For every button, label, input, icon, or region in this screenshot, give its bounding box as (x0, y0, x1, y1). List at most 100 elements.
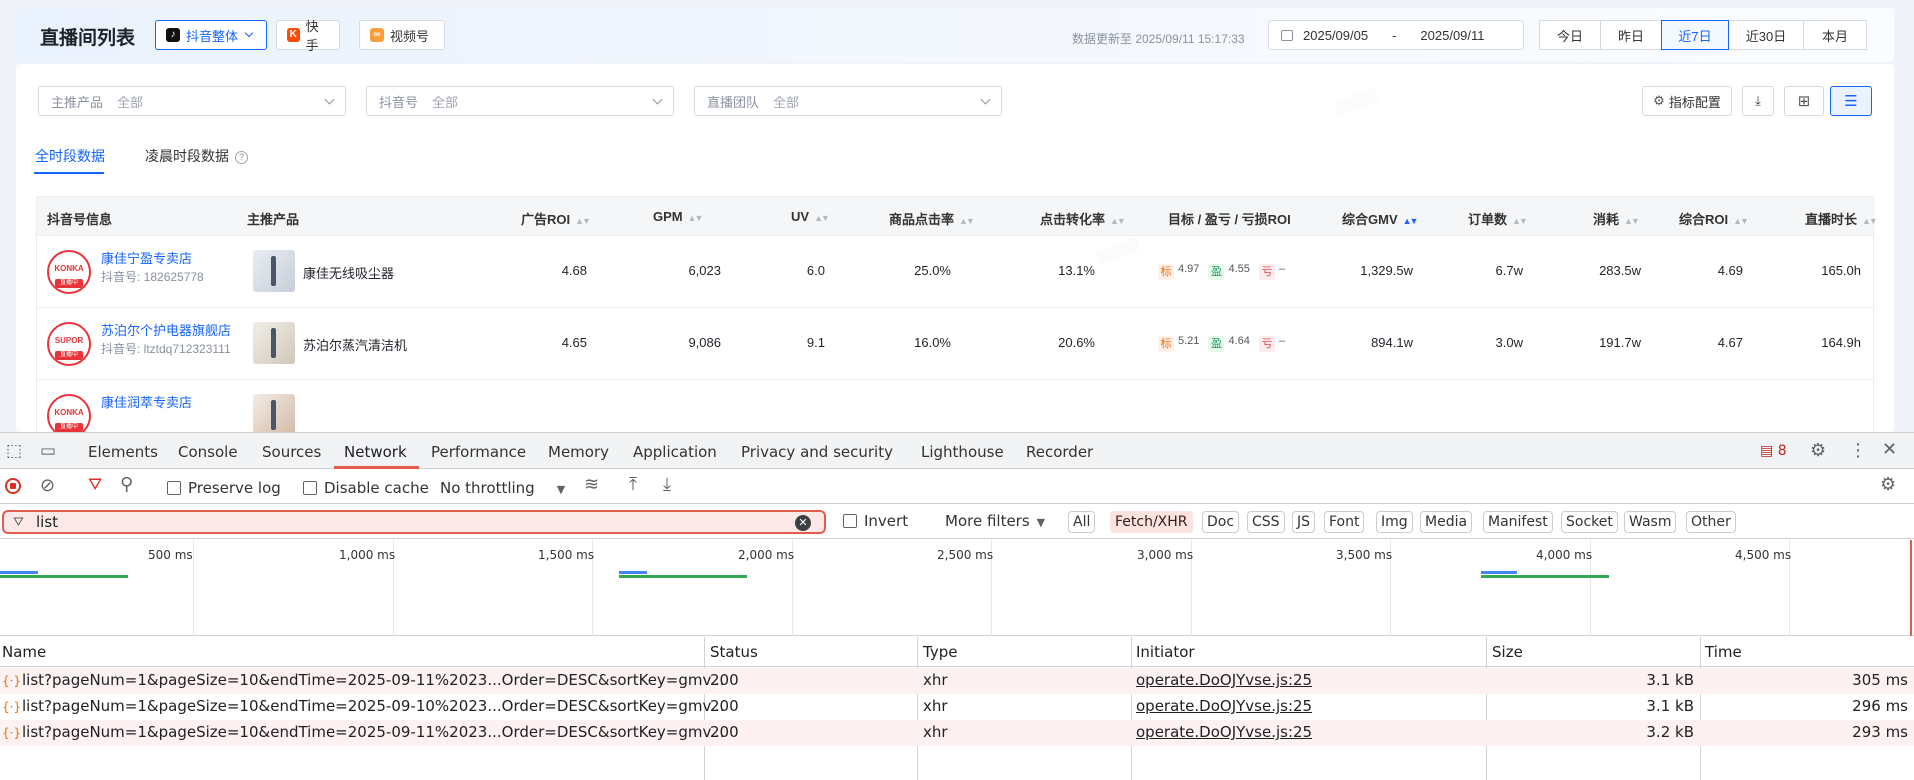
net-col-type[interactable]: Type (923, 643, 957, 661)
col-account: 抖音号信息 (47, 212, 113, 227)
col-ad-roi[interactable]: 广告ROI ▲▼ (521, 209, 591, 228)
platform-douyin-button[interactable]: ♪ 抖音整体 (155, 20, 267, 50)
devtools-tab-application[interactable]: Application (633, 443, 717, 461)
net-col-time[interactable]: Time (1705, 643, 1742, 661)
devtools-tab-privacy[interactable]: Privacy and security (741, 443, 893, 461)
net-col-initiator[interactable]: Initiator (1136, 643, 1195, 661)
col-roi[interactable]: 综合ROI ▲▼ (1679, 209, 1749, 228)
export-har-icon[interactable]: ⤓ (663, 474, 671, 495)
col-ctr[interactable]: 商品点击率 ▲▼ (889, 209, 975, 228)
download-button[interactable]: ⤓ (1742, 86, 1774, 116)
type-filter-doc[interactable]: Doc (1202, 511, 1240, 533)
preserve-log-checkbox[interactable]: Preserve log (167, 479, 281, 497)
metric-config-button[interactable]: ⚙ 指标配置 (1642, 86, 1732, 116)
account-name[interactable]: 苏泊尔个护电器旗舰店 (101, 320, 231, 339)
type-filter-img[interactable]: Img (1376, 511, 1413, 533)
devtools-tab-sources[interactable]: Sources (262, 443, 321, 461)
sort-icon: ▲▼ (1862, 216, 1878, 226)
clear-filter-icon[interactable]: ✕ (795, 515, 811, 531)
type-filter-media[interactable]: Media (1420, 511, 1473, 533)
filter-input[interactable]: ⛛ list ✕ (2, 510, 826, 534)
throttling-select[interactable]: No throttling ▼ (440, 479, 565, 497)
loss-badge: 亏 (1258, 264, 1275, 280)
type-filter-socket[interactable]: Socket (1561, 511, 1618, 533)
range-today-button[interactable]: 今日 (1539, 20, 1601, 50)
timeline-tick: 1,000 ms (339, 548, 396, 562)
type-filter-fetch-xhr[interactable]: Fetch/XHR (1110, 511, 1193, 533)
request-initiator-link[interactable]: operate.DoOJYvse.js:25 (1136, 697, 1312, 715)
more-filters-dropdown[interactable]: More filters ▼ (945, 512, 1045, 530)
timeline-tick: 2,500 ms (937, 548, 994, 562)
issues-button[interactable]: ▤ 8 (1760, 443, 1787, 459)
account-name[interactable]: 康佳润萃专卖店 (101, 392, 192, 411)
request-initiator-link[interactable]: operate.DoOJYvse.js:25 (1136, 671, 1312, 689)
close-icon[interactable]: ✕ (1882, 439, 1897, 460)
filter-product-select[interactable]: 主推产品 全部 (38, 86, 346, 116)
type-filter-manifest[interactable]: Manifest (1483, 511, 1553, 533)
devtools-tab-performance[interactable]: Performance (431, 443, 526, 461)
devtools-tab-network[interactable]: Network (344, 443, 407, 461)
filter-team-select[interactable]: 直播团队 全部 (694, 86, 1002, 116)
range-30d-button[interactable]: 近30日 (1728, 20, 1804, 50)
col-gmv[interactable]: 综合GMV ▲▼ (1342, 209, 1418, 228)
list-view-button[interactable]: ☰ (1830, 86, 1872, 116)
platform-kuaishou-button[interactable]: K 快手 (276, 19, 340, 53)
disable-cache-checkbox[interactable]: Disable cache (303, 479, 429, 497)
filter-account-select[interactable]: 抖音号 全部 (366, 86, 674, 116)
type-filter-all[interactable]: All (1068, 511, 1096, 533)
import-har-icon[interactable]: ⤒ (629, 474, 637, 495)
platform-channels-button[interactable]: ∞ 视频号 (359, 20, 445, 50)
devtools-tab-console[interactable]: Console (178, 443, 238, 461)
invert-checkbox[interactable]: Invert (843, 512, 908, 530)
table-row[interactable]: KONKA 直播中 康佳润萃专卖店 (36, 380, 1874, 432)
devtools-tab-elements[interactable]: Elements (88, 443, 158, 461)
network-conditions-icon[interactable]: ≋ (584, 474, 599, 495)
account-name[interactable]: 康佳宁盈专卖店 (101, 248, 192, 267)
xhr-icon: {·} (2, 674, 22, 688)
gear-icon[interactable]: ⚙ (1810, 440, 1826, 461)
type-filter-wasm[interactable]: Wasm (1624, 511, 1677, 533)
device-toolbar-icon[interactable]: ▭ (40, 441, 56, 461)
clear-icon[interactable]: ⊘ (40, 475, 55, 496)
range-yesterday-button[interactable]: 昨日 (1600, 20, 1662, 50)
devtools-tab-memory[interactable]: Memory (548, 443, 609, 461)
col-gpm[interactable]: GPM ▲▼ (653, 209, 703, 224)
table-row[interactable]: KONKA 直播中 康佳宁盈专卖店 抖音号: 182625778 康佳无线吸尘器 … (36, 236, 1874, 308)
type-filter-other[interactable]: Other (1686, 511, 1736, 533)
type-filter-css[interactable]: CSS (1247, 511, 1285, 533)
network-request-row[interactable]: {·}list?pageNum=1&pageSize=10&endTime=20… (0, 694, 1914, 720)
tab-all-period[interactable]: 全时段数据 (35, 146, 105, 166)
network-settings-icon[interactable]: ⚙ (1880, 474, 1896, 495)
type-filter-font[interactable]: Font (1324, 511, 1365, 533)
range-month-button[interactable]: 本月 (1803, 20, 1867, 50)
filter-icon[interactable]: ⛛ (88, 475, 102, 495)
type-filter-js[interactable]: JS (1292, 511, 1316, 533)
network-request-row[interactable]: {·}list?pageNum=1&pageSize=10&endTime=20… (0, 720, 1914, 746)
col-spend[interactable]: 消耗 ▲▼ (1593, 209, 1640, 228)
range-selector: 今日 昨日 近7日 近30日 本月 (1539, 20, 1867, 50)
request-size: 3.2 kB (1646, 723, 1694, 741)
help-icon[interactable]: ? (235, 151, 248, 164)
grid-view-button[interactable]: ⊞ (1784, 86, 1824, 116)
col-cvr[interactable]: 点击转化率 ▲▼ (1040, 209, 1126, 228)
col-duration[interactable]: 直播时长 ▲▼ (1805, 209, 1878, 228)
col-uv[interactable]: UV ▲▼ (791, 209, 830, 224)
devtools-tab-recorder[interactable]: Recorder (1026, 443, 1093, 461)
range-7d-button[interactable]: 近7日 (1661, 20, 1729, 50)
devtools-tabbar: ⬚ ▭ Elements Console Sources Network Per… (0, 433, 1914, 469)
request-initiator-link[interactable]: operate.DoOJYvse.js:25 (1136, 723, 1312, 741)
devtools-tab-lighthouse[interactable]: Lighthouse (921, 443, 1004, 461)
more-vertical-icon[interactable]: ⋮ (1849, 440, 1867, 461)
date-range-picker[interactable]: 2025/09/05 - 2025/09/11 (1268, 20, 1524, 50)
search-icon[interactable]: ⚲ (120, 474, 133, 495)
network-overview-timeline[interactable]: 500 ms 1,000 ms 1,500 ms 2,000 ms 2,500 … (0, 540, 1914, 636)
record-stop-icon[interactable] (5, 478, 21, 494)
network-request-row[interactable]: {·}list?pageNum=1&pageSize=10&endTime=20… (0, 668, 1914, 694)
table-row[interactable]: SUPOR 直播中 苏泊尔个护电器旗舰店 抖音号: ltztdq712323111… (36, 308, 1874, 380)
col-orders[interactable]: 订单数 ▲▼ (1468, 209, 1528, 228)
net-col-size[interactable]: Size (1492, 643, 1523, 661)
inspect-element-icon[interactable]: ⬚ (6, 441, 22, 461)
net-col-status[interactable]: Status (710, 643, 758, 661)
net-col-name[interactable]: Name (2, 643, 46, 661)
tab-early-morning[interactable]: 凌晨时段数据? (145, 146, 248, 166)
